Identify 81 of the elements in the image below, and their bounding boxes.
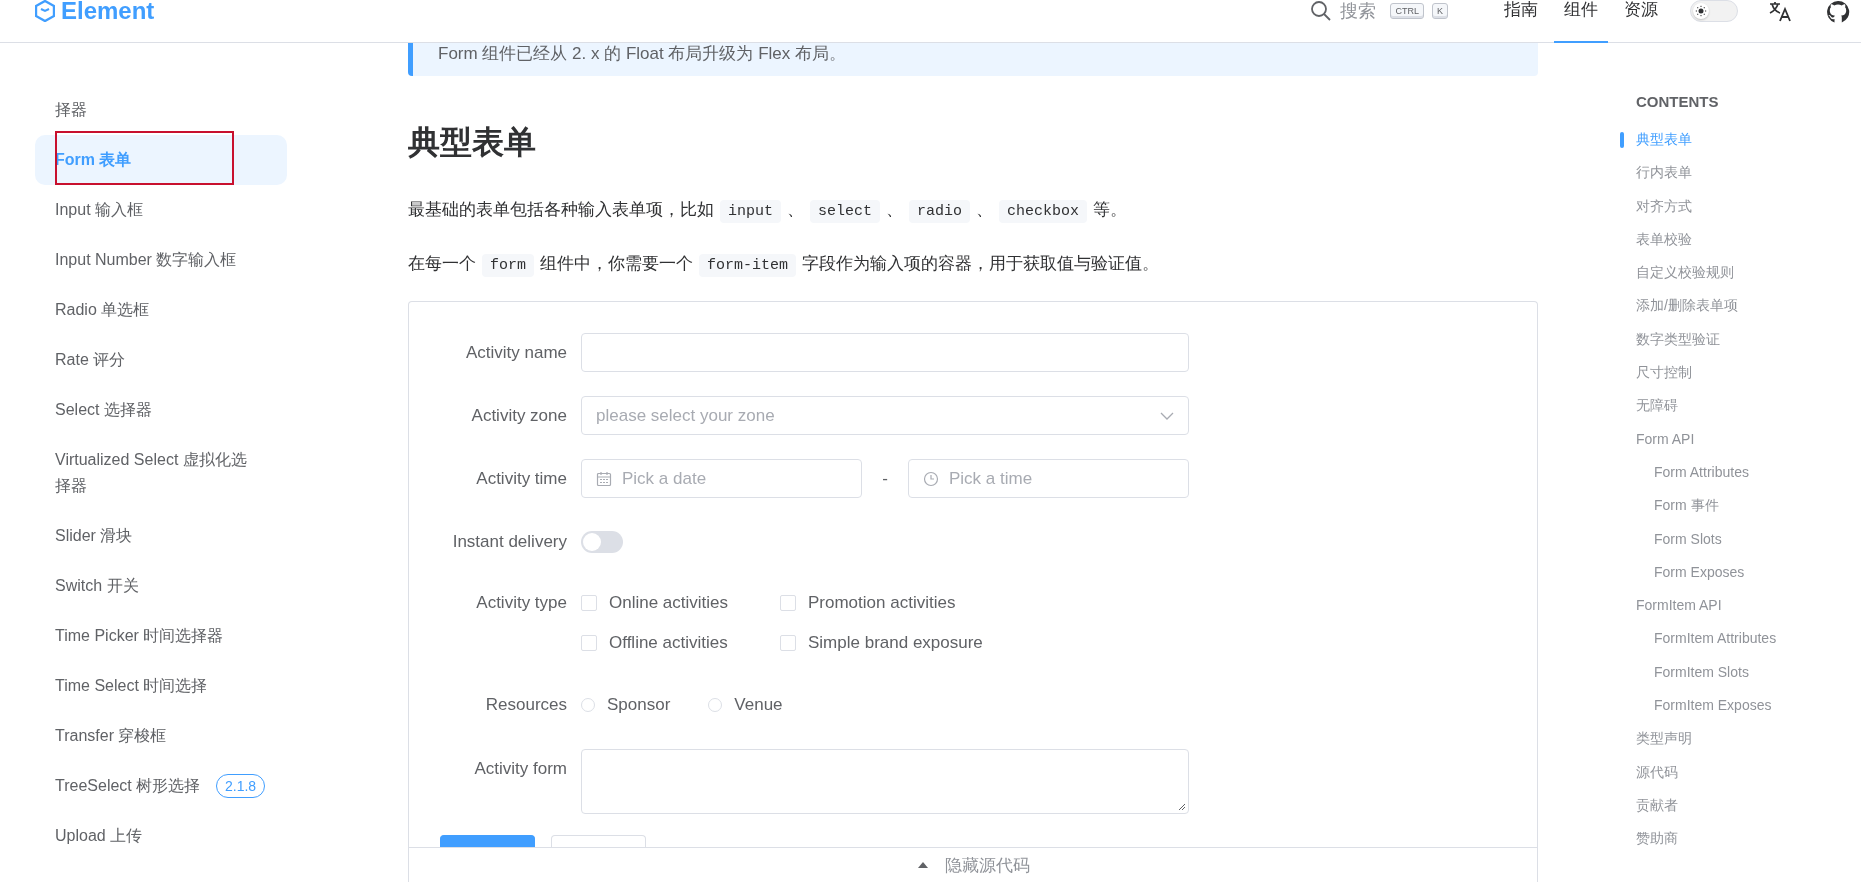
- time-field[interactable]: Pick a time: [908, 459, 1189, 498]
- input-field[interactable]: [581, 333, 1189, 372]
- resize-grip-icon: [1178, 803, 1186, 811]
- contents-heading: CONTENTS: [1636, 92, 1720, 112]
- sidebar-item[interactable]: Switch 开关: [35, 561, 287, 611]
- calendar-icon: [596, 470, 612, 487]
- checkbox[interactable]: Online activities: [581, 583, 780, 623]
- contents-link[interactable]: FormItem API: [1620, 589, 1722, 623]
- sidebar-item[interactable]: Virtualized Select 虚拟化选择器: [35, 435, 287, 511]
- contents-link[interactable]: 赞助商: [1620, 822, 1678, 856]
- field-label: Resources: [484, 695, 568, 715]
- sidebar-item[interactable]: Select 选择器: [35, 385, 287, 435]
- theme-switch[interactable]: [1690, 0, 1738, 22]
- field-label: Activity time: [475, 468, 568, 489]
- sidebar-item[interactable]: Time Select 时间选择: [35, 661, 287, 711]
- paragraph: 在每一个 form 组件中，你需要一个 form-item 字段作为输入项的容器，用于获取值与验证值。: [408, 248, 1538, 282]
- cat-logo-icon[interactable]: [1826, 0, 1850, 24]
- toggle-switch[interactable]: [581, 530, 623, 553]
- contents-link[interactable]: 典型表单: [1620, 123, 1692, 157]
- contents-link[interactable]: Form Slots: [1620, 522, 1722, 556]
- checkbox[interactable]: Promotion activities: [780, 583, 983, 623]
- sidebar-item[interactable]: Radio 单选框: [35, 285, 287, 335]
- keyboard-key: CTRL: [1390, 3, 1424, 19]
- contents-link[interactable]: FormItem Slots: [1620, 655, 1749, 690]
- contents-link[interactable]: 自定义校验规则: [1620, 256, 1734, 290]
- contents-link[interactable]: 数字类型验证: [1620, 322, 1720, 357]
- sun-icon: [1695, 5, 1707, 17]
- translate-icon[interactable]: [1768, 0, 1792, 22]
- field-label: Activity zone: [470, 405, 568, 426]
- range-separator: -: [881, 468, 889, 489]
- contents-link[interactable]: 无障碍: [1620, 389, 1678, 423]
- checkbox[interactable]: Offline activities: [581, 623, 780, 663]
- checkbox[interactable]: Simple brand exposure: [780, 623, 983, 663]
- search-icon: [1310, 0, 1333, 22]
- nav-link[interactable]: 指南: [1494, 0, 1548, 43]
- sidebar-item[interactable]: Input Number 数字输入框: [35, 235, 287, 285]
- contents-link[interactable]: 对齐方式: [1620, 189, 1692, 223]
- contents-link[interactable]: FormItem Exposes: [1620, 689, 1772, 723]
- date-field[interactable]: Pick a date: [581, 459, 862, 498]
- paragraph: 最基础的表单包括各种输入表单项，比如 input 、 select 、 radio 、 checkbox 等。: [408, 194, 1538, 228]
- contents-link[interactable]: Form Attributes: [1620, 455, 1749, 490]
- sidebar-item[interactable]: Time Picker 时间选择器: [35, 611, 287, 661]
- contents-link[interactable]: 行内表单: [1620, 156, 1692, 190]
- field-label: Instant delivery: [451, 531, 568, 552]
- contents-link[interactable]: 源代码: [1620, 755, 1678, 789]
- contents-link[interactable]: 贡献者: [1620, 788, 1678, 823]
- contents-link[interactable]: FormItem Attributes: [1620, 622, 1777, 656]
- field-label: Activity form: [473, 758, 568, 780]
- field-label: Activity type: [475, 592, 568, 614]
- nav-link[interactable]: 资源: [1614, 0, 1668, 43]
- search-button[interactable]: 搜索 CTRL K: [1310, 0, 1448, 22]
- nav-link[interactable]: 组件: [1554, 0, 1608, 43]
- sidebar-item[interactable]: Input 输入框: [35, 185, 287, 235]
- secondary-button[interactable]: [551, 835, 646, 847]
- caret-up-icon: [916, 861, 929, 869]
- sidebar-item[interactable]: 择器: [35, 85, 287, 135]
- keyboard-key: K: [1432, 3, 1448, 19]
- contents-link[interactable]: Form 事件: [1620, 489, 1719, 523]
- contents-link[interactable]: Form API: [1620, 422, 1695, 456]
- primary-button[interactable]: [440, 835, 535, 847]
- tip-text: Form 组件已经从 2. x 的 Float 布局升级为 Flex 布局。: [438, 44, 847, 64]
- contents-link[interactable]: Form Exposes: [1620, 555, 1745, 590]
- section-heading: 典型表单: [408, 124, 537, 160]
- radio-button[interactable]: Sponsor: [581, 685, 671, 725]
- logo-text[interactable]: Element: [61, 0, 155, 25]
- sidebar-item[interactable]: Rate 评分: [35, 335, 287, 385]
- clock-icon: [923, 470, 939, 487]
- select-field[interactable]: please select your zone: [581, 396, 1189, 435]
- sidebar-item[interactable]: Slider 滑块: [35, 511, 287, 561]
- contents-link[interactable]: 表单校验: [1620, 222, 1692, 257]
- contents-link[interactable]: 添加/删除表单项: [1620, 289, 1738, 323]
- field-label: Activity name: [464, 342, 568, 363]
- sidebar-item[interactable]: Upload 上传: [35, 811, 287, 861]
- contents-link[interactable]: 类型声明: [1620, 722, 1692, 756]
- contents-link[interactable]: 尺寸控制: [1620, 356, 1692, 390]
- radio-button[interactable]: Venue: [708, 685, 783, 725]
- sidebar-item[interactable]: Transfer 穿梭框: [35, 711, 287, 761]
- chevron-down-icon: [1160, 411, 1174, 420]
- textarea-field[interactable]: [581, 749, 1189, 814]
- sidebar-item[interactable]: TreeSelect 树形选择 2.1.8: [35, 761, 287, 811]
- logo-icon: [35, 0, 55, 22]
